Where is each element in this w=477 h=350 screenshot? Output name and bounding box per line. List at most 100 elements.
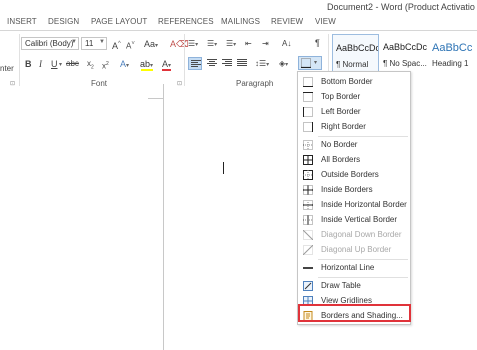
menu-separator — [318, 259, 408, 260]
menu-separator — [318, 277, 408, 278]
draw-table-icon — [303, 281, 313, 291]
no-border-icon — [303, 140, 313, 150]
align-left-button[interactable] — [188, 57, 202, 70]
inside-horizontal-border-icon — [303, 200, 313, 210]
menu-item-bottom-border[interactable]: Bottom Border — [299, 75, 409, 90]
style-normal[interactable]: AaBbCcDc ¶ Normal — [332, 34, 379, 74]
menu-item-right-border[interactable]: Right Border — [299, 120, 409, 135]
decrease-indent-icon[interactable]: ⇤ — [245, 38, 252, 50]
right-border-icon — [303, 122, 313, 132]
menu-item-label: Outside Borders — [321, 170, 379, 179]
group-divider — [19, 34, 20, 86]
menu-item-label: Horizontal Line — [321, 263, 375, 272]
menu-item-label: Right Border — [321, 122, 366, 131]
tab-design[interactable]: DESIGN — [48, 17, 79, 26]
show-formatting-marks-icon[interactable]: ¶ — [315, 37, 320, 49]
menu-separator — [318, 136, 408, 137]
horizontal-line-icon — [303, 267, 313, 269]
font-size-combo[interactable]: 11 ▼ — [81, 37, 107, 50]
chevron-down-icon: ▾ — [314, 60, 318, 66]
menu-item-label: No Border — [321, 140, 358, 149]
grow-font-icon[interactable]: A^ — [112, 38, 121, 52]
justify-icon[interactable] — [237, 59, 247, 68]
italic-icon[interactable]: I — [39, 58, 42, 70]
strikethrough-icon[interactable]: abc — [66, 58, 79, 70]
superscript-icon[interactable]: x2 — [102, 58, 109, 73]
chevron-down-icon[interactable]: ▾ — [59, 61, 62, 68]
shading-icon[interactable]: ◈▾ — [279, 58, 288, 71]
style-name: Heading 1 — [432, 59, 469, 68]
group-divider — [184, 34, 185, 86]
shrink-font-icon[interactable]: A˅ — [126, 38, 135, 53]
outside-borders-icon — [303, 170, 313, 180]
menu-item-horizontal-line[interactable]: Horizontal Line — [299, 261, 409, 276]
multilevel-list-icon[interactable]: ☰▾ — [226, 38, 236, 51]
menu-item-outside-borders[interactable]: Outside Borders — [299, 168, 409, 183]
menu-item-label: Left Border — [321, 107, 361, 116]
tab-mailings[interactable]: MAILINGS — [221, 17, 260, 26]
borders-icon — [301, 58, 311, 68]
menu-item-top-border[interactable]: Top Border — [299, 90, 409, 105]
borders-split-button[interactable]: ▾ — [298, 56, 322, 70]
page-margin-line — [163, 91, 164, 350]
menu-item-label: Bottom Border — [321, 77, 373, 86]
text-cursor — [223, 162, 224, 174]
menu-item-label: All Borders — [321, 155, 361, 164]
font-color-swatch — [162, 69, 171, 71]
tab-page-layout[interactable]: PAGE LAYOUT — [91, 17, 147, 26]
subscript-icon[interactable]: x2 — [87, 58, 94, 74]
menu-item-inside-borders[interactable]: Inside Borders — [299, 183, 409, 198]
change-case-icon[interactable]: Aa▾ — [144, 38, 158, 52]
bullets-icon[interactable]: ☰▾ — [188, 38, 198, 51]
clipboard-group-label: nter — [0, 64, 14, 73]
style-no-spacing[interactable]: AaBbCcDc ¶ No Spac... — [380, 34, 428, 74]
font-group-label: Font — [91, 79, 108, 88]
menu-item-label: Top Border — [321, 92, 361, 101]
bottom-border-icon — [303, 77, 313, 87]
tab-insert[interactable]: INSERT — [7, 17, 37, 26]
menu-item-no-border[interactable]: No Border — [299, 138, 409, 153]
sort-icon[interactable]: A↓ — [282, 38, 291, 50]
text-effects-icon[interactable]: A▾ — [120, 58, 129, 72]
bold-icon[interactable]: B — [25, 58, 32, 70]
left-border-icon — [303, 107, 313, 117]
menu-item-left-border[interactable]: Left Border — [299, 105, 409, 120]
diagonal-down-border-icon — [303, 230, 313, 240]
diagonal-up-border-icon — [303, 245, 313, 255]
numbering-icon[interactable]: ☰▾ — [207, 38, 217, 51]
menu-item-label: Diagonal Up Border — [321, 245, 392, 254]
align-right-icon[interactable] — [222, 59, 232, 68]
page-margin-mark — [148, 98, 163, 99]
tab-view[interactable]: VIEW — [315, 17, 336, 26]
title-bar: Document2 - Word (Product Activatio — [0, 0, 477, 16]
paragraph-group-label: Paragraph — [236, 79, 274, 88]
chevron-down-icon: ▼ — [71, 39, 77, 45]
menu-item-draw-table[interactable]: Draw Table — [299, 279, 409, 294]
chevron-down-icon: ▼ — [99, 39, 105, 45]
menu-item-label: Diagonal Down Border — [321, 230, 402, 239]
style-sample: AaBbCcDc — [383, 42, 428, 52]
tab-review[interactable]: REVIEW — [271, 17, 303, 26]
style-sample: AaBbCcDc — [336, 43, 379, 53]
increase-indent-icon[interactable]: ⇥ — [262, 38, 269, 50]
underline-icon[interactable]: U — [51, 58, 58, 70]
menu-item-all-borders[interactable]: All Borders — [299, 153, 409, 168]
window-title: Document2 - Word (Product Activatio — [327, 2, 475, 12]
menu-item-label: Inside Horizontal Border — [321, 200, 407, 209]
style-heading-1[interactable]: AaBbCc Heading 1 — [429, 34, 477, 74]
clear-formatting-icon[interactable]: A⌫ — [170, 38, 189, 50]
menu-item-label: Draw Table — [321, 281, 361, 290]
font-name-combo[interactable]: Calibri (Body) ▼ — [21, 37, 79, 50]
menu-item-label: Inside Borders — [321, 185, 373, 194]
font-size-value: 11 — [85, 39, 94, 48]
menu-item-label: Inside Vertical Border — [321, 215, 398, 224]
line-spacing-icon[interactable]: ↕☰▾ — [255, 58, 269, 71]
dialog-launcher-icon[interactable]: ⊡ — [10, 80, 15, 87]
menu-item-diagonal-up-border: Diagonal Up Border — [299, 243, 409, 258]
menu-item-inside-horizontal-border[interactable]: Inside Horizontal Border — [299, 198, 409, 213]
menu-item-inside-vertical-border[interactable]: Inside Vertical Border — [299, 213, 409, 228]
font-dialog-launcher-icon[interactable]: ⊡ — [177, 80, 182, 87]
align-center-icon[interactable] — [207, 59, 217, 68]
tab-references[interactable]: REFERENCES — [158, 17, 214, 26]
ribbon-tabs: INSERT DESIGN PAGE LAYOUT REFERENCES MAI… — [0, 16, 477, 30]
